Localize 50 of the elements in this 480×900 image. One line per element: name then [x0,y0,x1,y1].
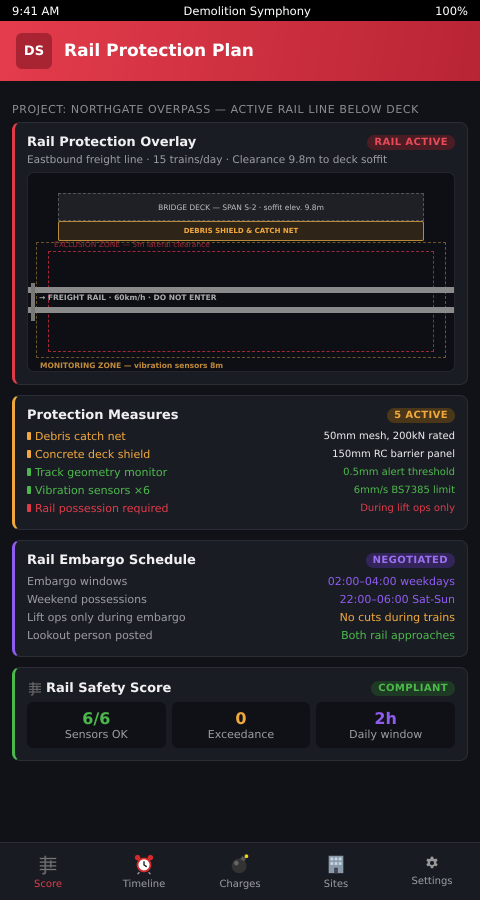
schedule-label: Lookout person posted [27,628,153,642]
tab-item[interactable]: Score [0,843,96,900]
schedule-value: Both rail approaches [341,628,455,642]
status-badge: COMPLIANT [371,680,455,696]
schedule-value: No cuts during trains [340,610,455,624]
measure-value: 6mm/s BS7385 limit [354,484,455,496]
card-title: Rail Embargo Schedule [27,553,196,568]
measure-value: 0.5mm alert threshold [343,466,455,478]
app-logo: DS [16,33,52,69]
schedule-value: 22:00–06:00 Sat-Sun [340,592,455,606]
stat-label: Exceedance [208,728,274,741]
stat-label: Sensors OK [64,728,128,741]
measure-label: Rail possession required [35,502,168,514]
stat-label: Daily window [349,728,422,741]
measure-label: Vibration sensors ×6 [35,484,150,496]
tab-item[interactable]: Timeline [96,843,192,900]
schedule-value: 02:00–04:00 weekdays [328,574,455,588]
tab-item[interactable]: Sites [288,843,384,900]
stat-value: 6/6 [82,709,110,728]
battery-level: 100% [435,4,468,18]
bomb-icon [229,853,251,875]
stat-value: 2h [374,709,397,728]
alarm-clock-icon [133,853,155,875]
music-staff-icon [37,853,59,875]
schedule-label: Lift ops only during embargo [27,610,186,624]
tab-item[interactable]: Charges [192,843,288,900]
status-badge: 5 ACTIVE [387,408,455,423]
page-title: Rail Protection Plan [64,41,254,61]
measure-value: 150mm RC barrier panel [332,448,455,460]
status-badge: RAIL ACTIVE [367,135,455,150]
status-badge: NEGOTIATED [366,553,455,568]
settings-icon [425,856,439,870]
measure-label: Concrete deck shield [35,448,150,460]
card-title: Protection Measures [27,408,178,423]
status-title: Demolition Symphony [184,4,311,18]
measure-label: Track geometry monitor [35,466,168,478]
status-time: 9:41 AM [12,4,60,18]
measure-label: Debris catch net [35,430,126,442]
schedule-label: Weekend possessions [27,592,147,606]
schedule-label: Embargo windows [27,574,128,588]
tab-item[interactable]: Settings [384,843,480,900]
project-label: PROJECT: NORTHGATE OVERPASS — ACTIVE RAIL LINE BELOW DECK [12,103,420,116]
buffer-stop [31,283,35,321]
card-title: Rail Protection Overlay [27,135,196,150]
stat-value: 0 [235,709,247,728]
card-subtitle: Eastbound freight line · 15 trains/day · Clearance 9.8m to deck soffit [27,154,388,166]
measure-value: During lift ops only [360,502,455,514]
card-title: Rail Safety Score [46,680,172,696]
measure-value: 50mm mesh, 200kN rated [324,430,455,442]
music-staff-icon [27,680,43,696]
